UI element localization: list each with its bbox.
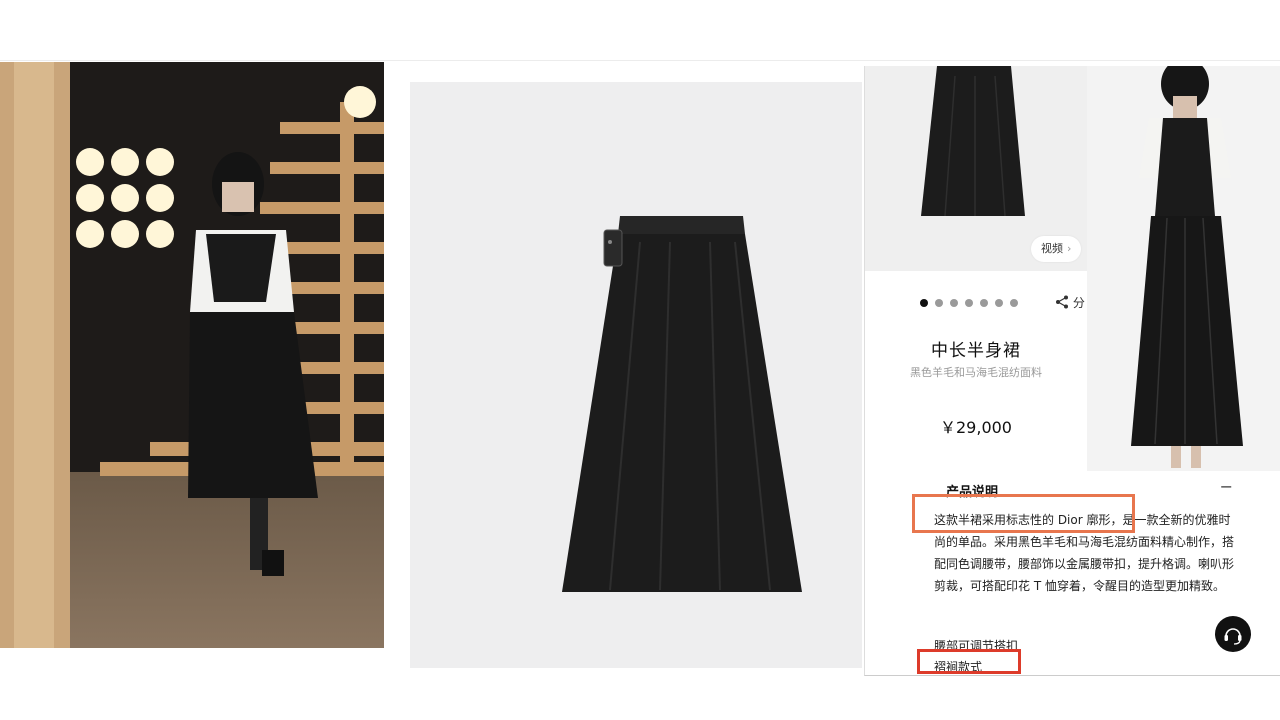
headset-icon (1224, 628, 1242, 645)
gallery-dot[interactable] (1010, 299, 1018, 307)
share-label: 分 (1072, 296, 1085, 310)
page-divider (0, 60, 1280, 61)
gallery-dot[interactable] (935, 299, 943, 307)
minus-icon[interactable]: − (1220, 477, 1233, 496)
gallery-dot[interactable] (950, 299, 958, 307)
share-button[interactable]: 分 (1055, 294, 1085, 311)
gallery-dot[interactable] (965, 299, 973, 307)
video-label: 视频 (1041, 242, 1063, 255)
video-button[interactable]: 视频 › (1031, 236, 1082, 262)
gallery-dot[interactable] (920, 299, 928, 307)
product-name: 中长半身裙 (931, 341, 1021, 361)
model-photo (1087, 66, 1280, 471)
customer-service-button[interactable] (1215, 616, 1251, 652)
share-icon (1056, 295, 1068, 309)
product-material: 黑色羊毛和马海毛混纺面料 (910, 366, 1042, 379)
highlight-box (917, 649, 1021, 674)
product-thumbnail[interactable]: 视频 › (865, 66, 1087, 271)
runway-photo (0, 62, 384, 648)
gallery-dot[interactable] (980, 299, 988, 307)
highlight-box (912, 494, 1135, 533)
gallery-pagination[interactable] (920, 299, 1018, 307)
product-image (410, 82, 862, 668)
product-detail-screenshot: 视频 › 分 中长半身裙 黑色羊毛和马海毛混纺面料 ￥29,000 产品说明 −… (864, 66, 1280, 676)
chevron-right-icon: › (1067, 242, 1072, 255)
gallery-dot[interactable] (995, 299, 1003, 307)
product-price: ￥29,000 (940, 418, 1012, 437)
